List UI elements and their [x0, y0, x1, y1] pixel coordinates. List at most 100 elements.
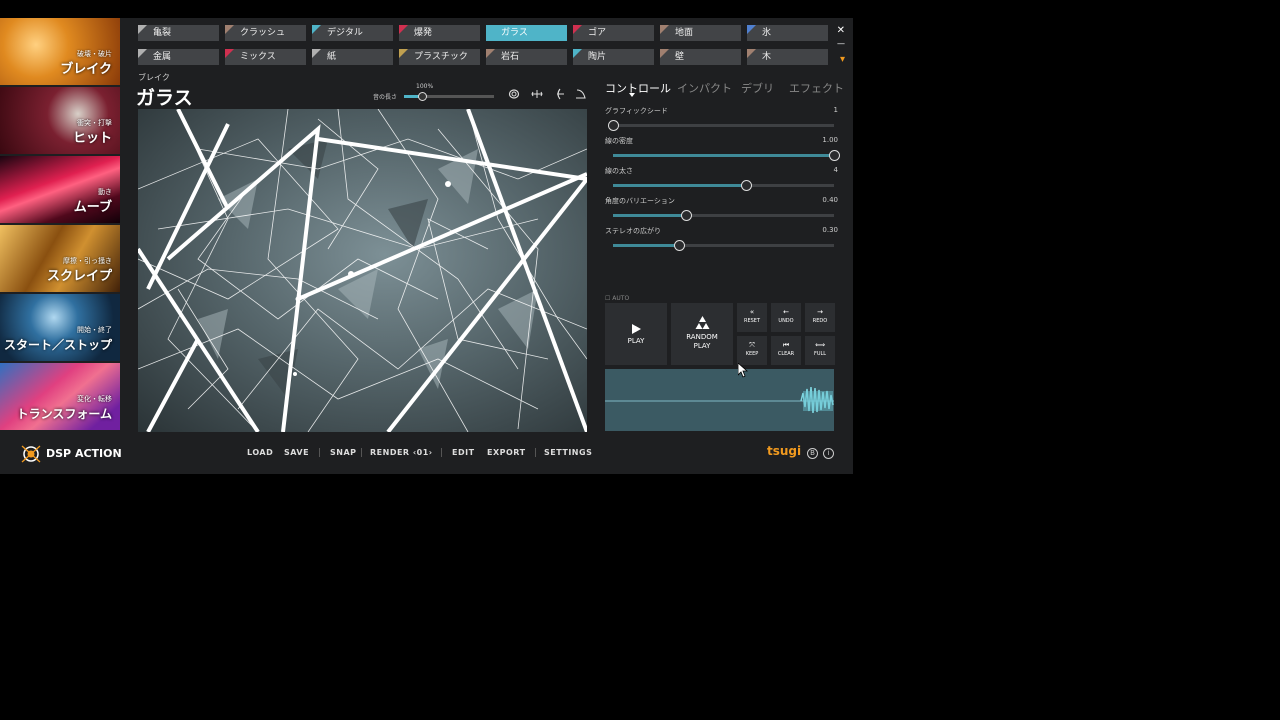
menu-divider [319, 448, 320, 457]
app-logo-text: DSP ACTION [46, 447, 122, 460]
full-button[interactable]: ⟺ FULL [805, 336, 835, 365]
tab-impact[interactable]: インパクト [677, 80, 732, 96]
material-label: 亀裂 [153, 28, 172, 38]
param-slider-knob[interactable] [829, 150, 840, 161]
tab-control[interactable]: コントロール [605, 80, 671, 96]
category-break[interactable]: 破壊・破片 ブレイク [0, 18, 120, 85]
redo-icon: → [817, 308, 823, 316]
param-slider-knob[interactable] [680, 210, 692, 221]
material-button[interactable]: 爆発 [399, 25, 480, 41]
app-window: 破壊・破片 ブレイク 衝突・打撃 ヒット 動き ムーブ 摩擦・引っ掻き スクレイ… [0, 18, 853, 474]
material-color-marker [312, 49, 321, 58]
material-color-marker [573, 49, 582, 58]
menu-snap[interactable]: SNAP [330, 448, 357, 457]
minimize-icon[interactable]: — [837, 39, 845, 48]
material-label: 金属 [153, 52, 172, 62]
keep-button[interactable]: ⤧ KEEP [737, 336, 767, 365]
material-color-marker [747, 25, 756, 34]
category-move[interactable]: 動き ムーブ [0, 156, 120, 223]
fade-icon[interactable] [574, 88, 588, 102]
param-value: 4 [833, 166, 838, 174]
pitch-icon[interactable] [552, 88, 566, 102]
redo-button[interactable]: → REDO [805, 303, 835, 332]
param-slider-fill [613, 154, 834, 157]
category-main-label: ブレイク [60, 62, 112, 77]
material-button[interactable]: 地面 [660, 25, 741, 41]
param-slider[interactable] [613, 210, 834, 221]
menu-export[interactable]: EXPORT [487, 448, 526, 457]
menu-render[interactable]: RENDER ‹01› [370, 448, 433, 457]
material-button[interactable]: プラスチック [399, 49, 480, 65]
reset-button[interactable]: « RESET [737, 303, 767, 332]
material-button[interactable]: 陶片 [573, 49, 654, 65]
undo-button[interactable]: ← UNDO [771, 303, 801, 332]
duration-slider[interactable] [404, 92, 494, 101]
material-color-marker [486, 49, 495, 58]
material-color-marker [660, 49, 669, 58]
material-label: 氷 [762, 28, 772, 38]
material-color-marker [312, 25, 321, 34]
bookmark-button[interactable]: B [807, 448, 818, 459]
param-slider-knob[interactable] [674, 240, 686, 251]
reset-label: RESET [743, 318, 761, 324]
play-button[interactable]: PLAY [605, 303, 667, 365]
tab-debris[interactable]: デブリ [741, 80, 774, 96]
menu-edit[interactable]: EDIT [452, 448, 475, 457]
waveform-display[interactable] [605, 369, 834, 431]
undo-icon: ← [783, 308, 789, 316]
material-button[interactable]: 紙 [312, 49, 393, 65]
current-category-label: ブレイク [138, 73, 170, 82]
param-slider[interactable] [613, 240, 834, 251]
menu-settings[interactable]: SETTINGS [544, 448, 592, 457]
param-slider-knob[interactable] [740, 180, 752, 191]
material-button[interactable]: クラッシュ [225, 25, 306, 41]
clear-button[interactable]: ⏮ CLEAR [771, 336, 801, 365]
loop-icon[interactable] [507, 88, 521, 102]
tsugi-triangle-icon [695, 316, 710, 329]
reset-icon: « [749, 308, 755, 316]
info-button[interactable]: i [823, 448, 834, 459]
material-button[interactable]: 壁 [660, 49, 741, 65]
material-button[interactable]: デジタル [312, 25, 393, 41]
category-transform[interactable]: 変化・転移 トランスフォーム [0, 363, 120, 430]
category-hit[interactable]: 衝突・打撃 ヒット [0, 87, 120, 154]
material-color-marker [399, 49, 408, 58]
category-start-stop[interactable]: 開始・終了 スタート／ストップ [0, 294, 120, 361]
category-sub-label: 変化・転移 [77, 395, 112, 403]
category-scrape[interactable]: 摩擦・引っ掻き スクレイプ [0, 225, 120, 292]
material-color-marker [225, 49, 234, 58]
brand-logo: tsugi [767, 444, 802, 458]
duration-slider-knob[interactable] [418, 92, 427, 101]
material-button[interactable]: 岩石 [486, 49, 567, 65]
material-label: 爆発 [414, 28, 433, 38]
menu-divider [535, 448, 536, 457]
category-main-label: ムーブ [73, 200, 112, 215]
material-button[interactable]: 木 [747, 49, 828, 65]
keep-label: KEEP [745, 351, 759, 357]
material-color-marker [660, 25, 669, 34]
material-label: 木 [762, 52, 772, 62]
material-color-marker [486, 25, 495, 34]
param-slider-knob[interactable] [608, 120, 619, 131]
menu-load[interactable]: LOAD [247, 448, 273, 457]
material-button[interactable]: 亀裂 [138, 25, 219, 41]
param-value: 0.30 [822, 226, 838, 234]
material-button[interactable]: ガラス [486, 25, 567, 41]
param-slider[interactable] [608, 120, 834, 131]
close-icon[interactable]: ✕ [837, 25, 845, 36]
pan-icon[interactable] [530, 88, 544, 102]
full-icon: ⟺ [814, 341, 826, 349]
tab-effect[interactable]: エフェクト [789, 80, 844, 96]
param-slider[interactable] [613, 180, 834, 191]
material-button[interactable]: 氷 [747, 25, 828, 41]
random-play-button[interactable]: RANDOM PLAY [671, 303, 733, 365]
clear-label: CLEAR [777, 351, 795, 357]
mouse-cursor-icon [738, 363, 748, 378]
auto-checkbox[interactable]: ☐ AUTO [605, 295, 629, 302]
pin-icon[interactable]: ▾ [840, 54, 845, 65]
menu-save[interactable]: SAVE [284, 448, 309, 457]
material-button[interactable]: ゴア [573, 25, 654, 41]
material-button[interactable]: ミックス [225, 49, 306, 65]
param-slider[interactable] [613, 150, 840, 161]
material-button[interactable]: 金属 [138, 49, 219, 65]
